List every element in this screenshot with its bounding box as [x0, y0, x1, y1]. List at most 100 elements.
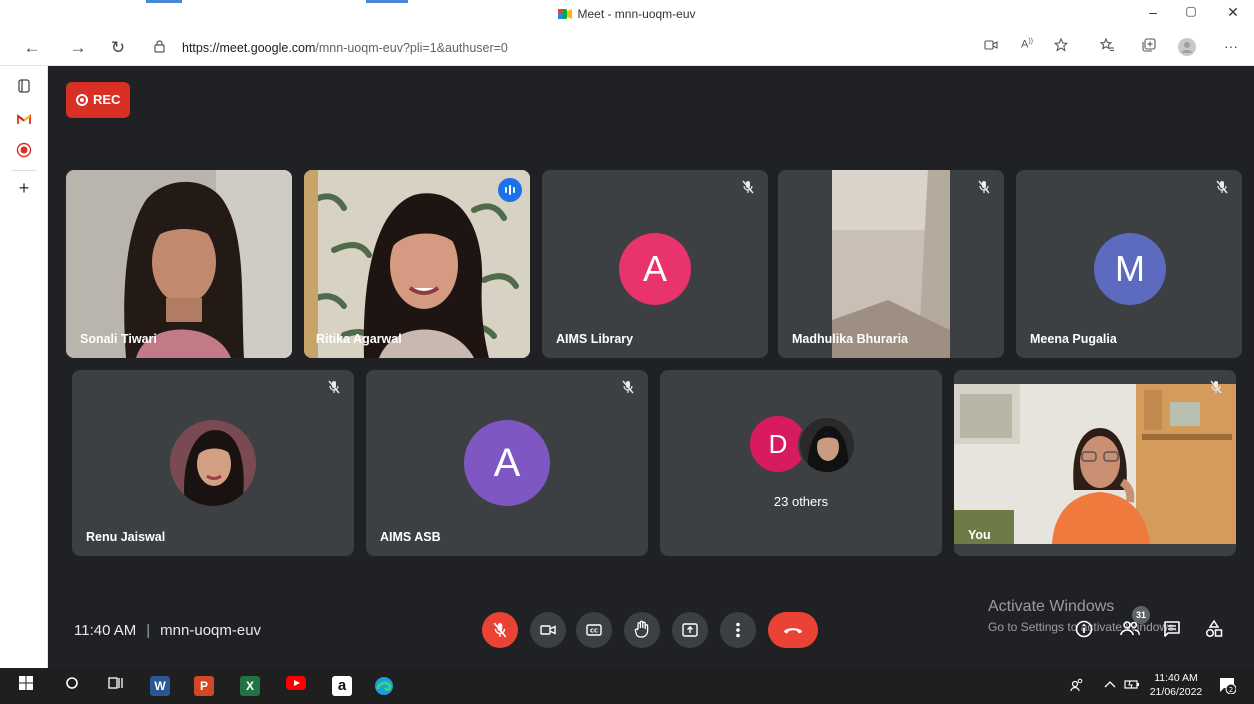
mic-off-icon	[620, 380, 636, 396]
videocam-icon	[540, 625, 556, 635]
meeting-code[interactable]: mnn-uoqm-euv	[160, 622, 261, 639]
tab-indicator	[146, 0, 182, 3]
participant-tile-aims-library[interactable]: A AIMS Library	[542, 170, 768, 358]
meeting-details: 11:40 AM | mnn-uoqm-euv	[74, 622, 262, 639]
avatar: M	[1094, 233, 1166, 305]
excel-app-icon[interactable]: X	[240, 676, 260, 696]
edge-browser-icon[interactable]	[374, 676, 394, 696]
show-hidden-icons-icon[interactable]	[1104, 678, 1116, 692]
collections-icon[interactable]	[1138, 38, 1160, 55]
captions-icon: CC	[586, 624, 602, 636]
participant-name: Ritika Agarwal	[316, 332, 402, 346]
forward-button[interactable]: →	[66, 38, 90, 58]
browser-navbar: ← → ↻ https://meet.google.com/mnn-uoqm-e…	[0, 30, 1254, 66]
windows-taskbar: W P X a 11:40 AM 21/06/2022 2	[0, 668, 1254, 704]
battery-icon[interactable]	[1124, 678, 1140, 693]
avatar: A	[464, 420, 550, 506]
participant-tile-others[interactable]: D 23 others	[660, 370, 942, 556]
favorite-add-icon[interactable]	[1050, 37, 1072, 55]
avatar	[170, 420, 256, 506]
speaking-indicator-icon	[498, 178, 522, 202]
participant-tile-madhulika[interactable]: Madhulika Bhuraria	[778, 170, 1004, 358]
sidebar-divider	[12, 170, 36, 171]
restore-button[interactable]: ▢	[1176, 4, 1206, 18]
mic-off-icon	[326, 380, 342, 396]
search-icon[interactable]	[62, 676, 82, 696]
mic-off-icon	[740, 180, 756, 196]
rec-indicator[interactable]: REC	[66, 82, 130, 118]
self-video	[954, 370, 1236, 556]
record-icon	[76, 94, 88, 106]
more-options-button[interactable]	[720, 612, 756, 648]
raise-hand-icon	[634, 620, 649, 638]
participant-name: You	[968, 528, 991, 542]
taskbar-clock[interactable]: 11:40 AM 21/06/2022	[1146, 671, 1206, 699]
browser-sidebar: +	[0, 66, 48, 668]
meet-logo-icon	[558, 9, 573, 19]
youtube-app-icon[interactable]	[286, 676, 306, 696]
meeting-details-button[interactable]	[1072, 620, 1096, 644]
mic-off-icon	[1208, 380, 1224, 396]
more-icon[interactable]: ···	[1220, 38, 1242, 54]
mic-off-icon	[493, 622, 507, 638]
avatar	[798, 416, 856, 474]
gmail-icon[interactable]	[14, 110, 34, 130]
participant-name: Sonali Tiwari	[80, 332, 157, 346]
info-icon	[1075, 620, 1093, 638]
more-vert-icon	[736, 622, 740, 638]
participant-name: Meena Pugalia	[1030, 332, 1117, 346]
svg-text:2: 2	[1229, 686, 1233, 694]
participant-tile-aims-asb[interactable]: A AIMS ASB	[366, 370, 648, 556]
notifications-icon[interactable]: 2	[1218, 676, 1237, 697]
people-tray-icon[interactable]	[1070, 678, 1084, 695]
participant-tile-meena[interactable]: M Meena Pugalia	[1016, 170, 1242, 358]
mic-toggle-button[interactable]	[482, 612, 518, 648]
reload-button[interactable]: ↻	[106, 38, 130, 58]
record-extension-icon[interactable]	[14, 142, 34, 162]
participant-name: Renu Jaiswal	[86, 530, 166, 544]
present-screen-button[interactable]	[672, 612, 708, 648]
profile-icon[interactable]	[1176, 38, 1198, 59]
present-icon	[682, 623, 698, 637]
participant-tile-renu[interactable]: Renu Jaiswal	[72, 370, 354, 556]
favorites-icon[interactable]	[1096, 37, 1118, 55]
participant-tile-you[interactable]: You	[954, 370, 1236, 556]
read-aloud-icon[interactable]: A))	[1016, 38, 1038, 51]
avatar: A	[619, 233, 691, 305]
participant-video	[66, 170, 292, 358]
activities-icon	[1205, 619, 1223, 638]
task-view-icon[interactable]	[106, 676, 126, 696]
tab-actions-icon[interactable]	[14, 78, 34, 98]
participant-name: AIMS ASB	[380, 530, 441, 544]
url-text[interactable]: https://meet.google.com/mnn-uoqm-euv?pli…	[182, 41, 508, 55]
camera-toggle-button[interactable]	[530, 612, 566, 648]
mic-off-icon	[1214, 180, 1230, 196]
browser-titlebar: Meet - mnn-uoqm-euv – ▢ ✕	[0, 0, 1254, 30]
close-button[interactable]: ✕	[1218, 4, 1248, 21]
chat-button[interactable]	[1160, 620, 1184, 644]
activities-button[interactable]	[1202, 619, 1226, 644]
camera-icon[interactable]	[980, 38, 1002, 54]
participant-count-badge: 31	[1132, 606, 1150, 624]
window-title: Meet - mnn-uoqm-euv	[0, 7, 1254, 21]
address-bar[interactable]: https://meet.google.com/mnn-uoqm-euv?pli…	[146, 35, 980, 61]
add-icon[interactable]: +	[14, 178, 34, 198]
word-app-icon[interactable]: W	[150, 676, 170, 696]
mic-off-icon	[976, 180, 992, 196]
participant-video	[304, 170, 530, 358]
windows-start-icon[interactable]	[16, 676, 36, 696]
tab-indicator	[366, 0, 408, 3]
powerpoint-app-icon[interactable]: P	[194, 676, 214, 696]
participant-tile-ritika[interactable]: Ritika Agarwal	[304, 170, 530, 358]
back-button[interactable]: ←	[20, 38, 44, 58]
leave-call-button[interactable]	[768, 612, 818, 648]
svg-text:CC: CC	[590, 629, 598, 635]
meet-stage: REC Sonali Tiwari Ritika Agarwal A AIMS …	[48, 66, 1254, 668]
participant-tile-sonali[interactable]: Sonali Tiwari	[66, 170, 292, 358]
minimize-button[interactable]: –	[1138, 4, 1168, 20]
meeting-time: 11:40 AM	[74, 622, 137, 639]
captions-button[interactable]: CC	[576, 612, 612, 648]
amazon-app-icon[interactable]: a	[332, 676, 352, 696]
call-end-icon	[784, 628, 802, 634]
raise-hand-button[interactable]	[624, 612, 660, 648]
